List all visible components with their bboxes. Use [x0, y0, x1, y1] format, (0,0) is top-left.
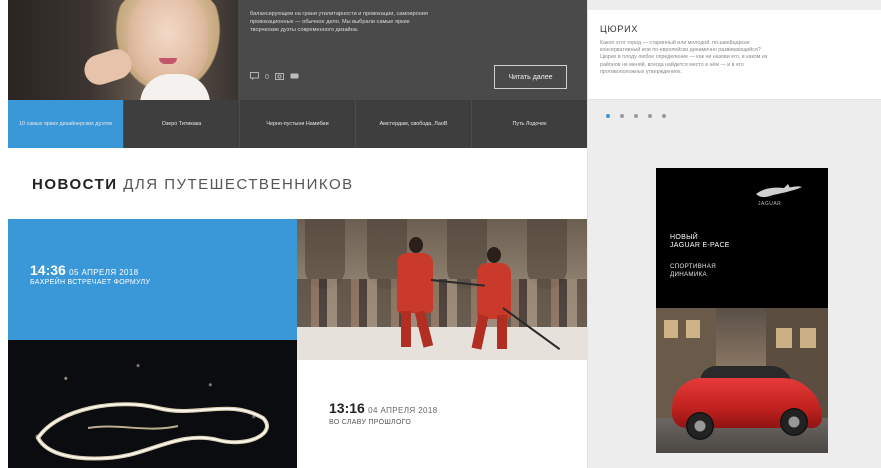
news-title-light: ДЛЯ ПУТЕШЕСТВЕННИКОВ: [123, 176, 354, 193]
ad-car-photo: [656, 308, 828, 453]
ad-window: [776, 328, 792, 348]
teaser-line: противоположных утверждениях.: [600, 68, 683, 75]
featured-meta: 0: [250, 72, 299, 82]
comment-count: 0: [265, 73, 269, 81]
jaguar-leaper-icon: [756, 184, 802, 198]
comment-icon[interactable]: [250, 72, 259, 82]
photo-face: [128, 0, 208, 85]
teaser-line: консервативный или по-европейски динамич…: [600, 47, 761, 54]
ad-window: [800, 328, 816, 348]
ad-subline: СПОРТИВНАЯ ДИНАМИКА: [670, 263, 716, 279]
slider-dot[interactable]: [634, 114, 638, 118]
ad-headline-2: JAGUAR E-PACE: [670, 242, 730, 249]
news-photo-fencing[interactable]: [297, 219, 587, 360]
excerpt-line: провокационных — обычное дело. Мы выбрал…: [250, 19, 410, 25]
fencer-left: [397, 253, 433, 313]
news-timestamp: 13:16 04 АПРЕЛЯ 2018: [329, 400, 438, 416]
news-time: 14:36: [30, 262, 66, 278]
ad-headline-1: НОВЫЙ: [670, 234, 698, 241]
tab-design-duos[interactable]: 10 самых ярких дизайнерских дуэтов: [8, 100, 123, 148]
featured-photo[interactable]: [8, 0, 238, 100]
featured-article[interactable]: балансирующем на грани утилитарности и п…: [8, 0, 587, 100]
news-headline[interactable]: БАХРЕЙН ВСТРЕЧАЕТ ФОРМУЛУ: [30, 279, 150, 286]
car-wheel: [686, 412, 714, 440]
camera-icon[interactable]: [274, 72, 284, 82]
city-teaser-title[interactable]: ЦЮРИХ: [600, 24, 638, 34]
jaguar-ad-banner[interactable]: JAGUAR НОВЫЙ JAGUAR E-PACE СПОРТИВНАЯ ДИ…: [656, 168, 828, 453]
tab-namibia[interactable]: Черно-пустыни Намибии: [239, 100, 355, 148]
read-more-button[interactable]: Читать далее: [494, 65, 567, 89]
slider-dot[interactable]: [606, 114, 610, 118]
ad-window: [664, 320, 678, 338]
ad-headline: НОВЫЙ JAGUAR E-PACE: [670, 234, 730, 250]
fencer-leg: [401, 311, 411, 347]
ad-sub-2: ДИНАМИКА: [670, 271, 707, 278]
ad-text-panel: JAGUAR НОВЫЙ JAGUAR E-PACE СПОРТИВНАЯ ДИ…: [656, 168, 828, 308]
share-icon[interactable]: [290, 72, 299, 82]
main-column: балансирующем на грани утилитарности и п…: [8, 0, 587, 468]
news-card[interactable]: 14:36 05 АПРЕЛЯ 2018 БАХРЕЙН ВСТРЕЧАЕТ Ф…: [8, 219, 297, 340]
slider-dot[interactable]: [648, 114, 652, 118]
ad-window: [686, 320, 700, 338]
news-card[interactable]: 13:16 04 АПРЕЛЯ 2018 ВО СЛАВУ ПРОШЛОГО: [297, 360, 587, 468]
city-teaser[interactable]: ЦЮРИХ Какое этот город — старинный или м…: [588, 10, 881, 100]
news-timestamp: 14:36 05 АПРЕЛЯ 2018: [30, 262, 139, 278]
slider-dot[interactable]: [662, 114, 666, 118]
fencer-head: [487, 247, 501, 263]
featured-excerpt: балансирующем на грани утилитарности и п…: [250, 10, 580, 34]
excerpt-line: творческие дуэты современного дизайна.: [250, 27, 359, 33]
race-track-drawing: [35, 402, 269, 461]
news-headline[interactable]: ВО СЛАВУ ПРОШЛОГО: [329, 419, 411, 426]
excerpt-line: балансирующем на грани утилитарности и п…: [250, 11, 428, 17]
city-teaser-text: Какое этот город — старинный или молодой…: [600, 40, 875, 76]
news-date: 05 АПРЕЛЯ 2018: [69, 268, 139, 277]
tab-amsterdam[interactable]: Амстердам, свобода, ЛаоВ: [355, 100, 471, 148]
news-title-bold: НОВОСТИ: [32, 176, 118, 193]
teaser-line: Цюрих в плоду любое определение — как ни…: [600, 54, 768, 61]
fencer-head: [409, 237, 423, 253]
featured-tabs: 10 самых ярких дизайнерских дуэтов Озеро…: [8, 100, 587, 148]
car-wheel: [780, 408, 808, 436]
news-section-title: НОВОСТИ ДЛЯ ПУТЕШЕСТВЕННИКОВ: [32, 176, 354, 193]
news-photo-race-track[interactable]: [8, 340, 297, 468]
photo-floor: [297, 327, 587, 360]
slider-pagination: [606, 114, 666, 118]
news-time: 13:16: [329, 400, 365, 416]
tab-titicaca[interactable]: Озеро Титикака: [123, 100, 239, 148]
photo-crowd: [297, 279, 587, 329]
teaser-line: районов не меняй, всегда найдется место …: [600, 61, 744, 68]
sidebar: ЦЮРИХ Какое этот город — старинный или м…: [587, 0, 881, 468]
fencer-leg: [497, 315, 507, 349]
tab-boats[interactable]: Путь Лодочек: [471, 100, 587, 148]
ad-brand-name: JAGUAR: [758, 201, 782, 207]
news-date: 04 АПРЕЛЯ 2018: [368, 406, 438, 415]
slider-dot[interactable]: [620, 114, 624, 118]
ad-sub-1: СПОРТИВНАЯ: [670, 263, 716, 270]
